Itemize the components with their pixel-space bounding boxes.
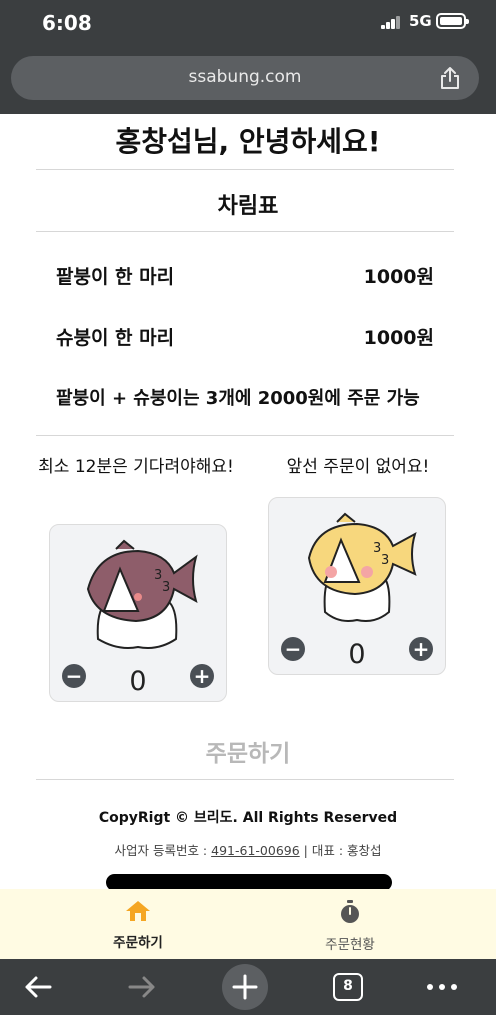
menu-item-price: 1000원: [363, 266, 434, 288]
menu-title: 차림표: [217, 194, 279, 219]
page-content: 홍창섭님, 안녕하세요! 차림표 팥붕이 한 마리 1000원 슈붕이 한 마리…: [0, 114, 496, 889]
tab-order[interactable]: 주문하기: [78, 899, 198, 951]
copyright: CopyRigt © 브리도. All Rights Reserved: [98, 810, 398, 826]
combo-note: 팥붕이 + 슈붕이는 3개에 2000원에 주문 가능: [56, 388, 420, 409]
menu-item-red-bean: 팥붕이 한 마리 1000원: [56, 262, 434, 289]
menu-item-custard: 슈붕이 한 마리 1000원: [56, 323, 434, 350]
product-card-custard: 3 3 − 0 +: [268, 497, 446, 675]
battery-icon: [436, 13, 469, 29]
share-icon[interactable]: [439, 66, 461, 90]
order-button[interactable]: 주문하기: [0, 734, 496, 768]
url-text: ssabung.com: [188, 67, 302, 87]
bottom-tab-bar: 주문하기 주문현황: [0, 889, 496, 959]
tab-count-button[interactable]: 8: [333, 973, 363, 1001]
biz-prefix: 사업자 등록번호 :: [114, 843, 212, 858]
network-label: 5G: [409, 12, 432, 30]
product-card-red-bean: 3 3 − 0 +: [49, 524, 227, 702]
biz-suffix: | 대표 : 홍창섭: [299, 843, 382, 858]
browser-top-chrome: 6:08 5G ssabung.com: [0, 0, 496, 114]
greeting-title: 홍창섭님, 안녕하세요!: [115, 125, 381, 158]
stopwatch-icon: [341, 900, 359, 923]
divider: [36, 435, 454, 436]
svg-text:3: 3: [381, 553, 389, 568]
divider: [36, 169, 454, 170]
tab-order-status[interactable]: 주문현황: [290, 899, 410, 953]
forward-arrow-icon[interactable]: [126, 967, 158, 1007]
custard-fish-illustration: 3 3: [307, 512, 417, 622]
status-bar: 6:08 5G: [0, 0, 496, 46]
tab-label: 주문현황: [325, 937, 375, 953]
browser-toolbar: 8: [0, 959, 496, 1015]
new-tab-plus-icon[interactable]: [221, 963, 269, 1011]
status-time: 6:08: [42, 11, 92, 35]
back-arrow-icon[interactable]: [22, 967, 54, 1007]
increase-red-bean-button[interactable]: +: [190, 664, 214, 688]
queue-message: 앞선 주문이 없어요!: [286, 457, 430, 477]
menu-item-price: 1000원: [363, 327, 434, 349]
red-bean-fish-illustration: 3 3: [86, 539, 198, 649]
business-number-link[interactable]: 491-61-00696: [211, 843, 300, 858]
divider: [36, 231, 454, 232]
menu-item-name: 슈붕이 한 마리: [56, 327, 175, 349]
home-icon: [126, 901, 150, 921]
increase-custard-button[interactable]: +: [409, 637, 433, 661]
address-bar[interactable]: ssabung.com: [11, 56, 479, 100]
black-bar: [106, 874, 392, 889]
tab-label: 주문하기: [113, 935, 163, 951]
svg-text:3: 3: [162, 580, 170, 595]
signal-icon: [381, 16, 401, 29]
business-info: 사업자 등록번호 : 491-61-00696 | 대표 : 홍창섭: [0, 840, 496, 859]
menu-item-name: 팥붕이 한 마리: [56, 266, 175, 288]
divider: [36, 779, 454, 780]
more-options-icon[interactable]: [426, 967, 458, 1007]
wait-message: 최소 12분은 기다려야해요!: [38, 457, 234, 477]
